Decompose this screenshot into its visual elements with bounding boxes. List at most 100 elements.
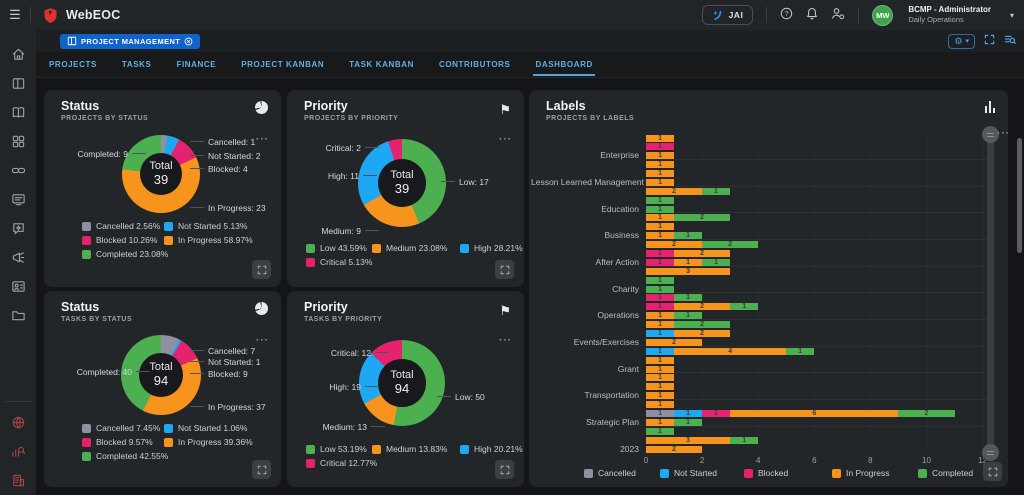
category-label: Events/Exercises bbox=[531, 337, 639, 347]
avatar[interactable]: MW bbox=[872, 5, 893, 26]
expand-card-button[interactable] bbox=[495, 260, 514, 279]
help-icon[interactable]: ? bbox=[780, 7, 793, 23]
sidebar-item-chat[interactable] bbox=[5, 214, 31, 243]
fullscreen-icon[interactable] bbox=[984, 34, 995, 48]
legend-item-critical[interactable]: Critical 5.13% bbox=[306, 257, 372, 267]
donut-total-label: Total bbox=[149, 160, 172, 172]
sidebar bbox=[0, 30, 36, 495]
flag-icon[interactable]: ⚑ bbox=[499, 302, 511, 320]
legend-item-completed[interactable]: Completed 42.55% bbox=[82, 451, 164, 461]
scroll-handle-bottom[interactable] bbox=[982, 444, 999, 461]
more-options-button[interactable]: ··· bbox=[256, 134, 269, 145]
legend-swatch bbox=[306, 445, 315, 454]
tab-tasks[interactable]: TASKS bbox=[122, 52, 152, 78]
donut-center: Total94 bbox=[139, 353, 183, 397]
sidebar-item-files[interactable] bbox=[5, 301, 31, 330]
legend-item-in-progress[interactable]: In Progress 39.36% bbox=[164, 437, 253, 447]
legend-item-in-progress[interactable]: In Progress 58.97% bbox=[164, 235, 253, 245]
project-management-chip[interactable]: PROJECT MANAGEMENT bbox=[60, 34, 200, 49]
category-label: Charity bbox=[531, 284, 639, 294]
dashboard-settings-button[interactable]: ⚙▾ bbox=[948, 34, 975, 49]
legend-item-medium[interactable]: Medium 23.08% bbox=[372, 243, 460, 253]
bar-segment-in-progress: 2 bbox=[646, 188, 702, 195]
legend-swatch bbox=[460, 445, 469, 454]
legend-item-blocked[interactable]: Blocked 10.26% bbox=[82, 235, 164, 245]
sidebar-item-library[interactable] bbox=[5, 98, 31, 127]
legend-label: Blocked 9.57% bbox=[96, 437, 153, 447]
more-options-button[interactable]: ··· bbox=[499, 335, 512, 346]
tab-finance[interactable]: FINANCE bbox=[176, 52, 216, 78]
legend-item-completed[interactable]: Completed 23.08% bbox=[82, 249, 164, 259]
legend-item-not-started[interactable]: Not Started 1.06% bbox=[164, 423, 253, 433]
sidebar-item-reports[interactable] bbox=[5, 466, 31, 495]
labels-scroll-track[interactable] bbox=[987, 136, 994, 451]
legend-swatch bbox=[164, 222, 173, 231]
search-list-icon[interactable] bbox=[1004, 34, 1016, 48]
legend-item-not-started[interactable]: Not Started bbox=[660, 468, 717, 478]
sidebar-item-apps[interactable] bbox=[5, 127, 31, 156]
more-options-button[interactable]: ··· bbox=[256, 335, 269, 346]
x-axis-tick: 6 bbox=[804, 456, 824, 465]
slice-callout: In Progress: 37 bbox=[208, 402, 266, 412]
legend-item-completed[interactable]: Completed bbox=[918, 468, 973, 478]
more-options-button[interactable]: ··· bbox=[997, 128, 1010, 139]
x-axis-tick: 0 bbox=[636, 456, 656, 465]
legend-item-blocked[interactable]: Blocked 9.57% bbox=[82, 437, 164, 447]
notifications-bell-icon[interactable] bbox=[806, 7, 818, 23]
tab-dashboard[interactable]: DASHBOARD bbox=[535, 52, 592, 78]
legend-item-in-progress[interactable]: In Progress bbox=[832, 468, 889, 478]
user-settings-icon[interactable] bbox=[831, 7, 845, 23]
sidebar-item-network[interactable] bbox=[5, 408, 31, 437]
legend-item-not-started[interactable]: Not Started 5.13% bbox=[164, 221, 253, 231]
expand-card-button[interactable] bbox=[252, 260, 271, 279]
page-scrollbar-thumb[interactable] bbox=[1017, 138, 1022, 253]
chart-legend: Cancelled 2.56%Not Started 5.13%Blocked … bbox=[82, 221, 253, 259]
sidebar-item-contacts[interactable] bbox=[5, 272, 31, 301]
sidebar-item-analytics[interactable] bbox=[5, 437, 31, 466]
legend-item-medium[interactable]: Medium 13.83% bbox=[372, 444, 460, 454]
tab-contributors[interactable]: CONTRIBUTORS bbox=[439, 52, 511, 78]
user-menu-caret-icon[interactable]: ▾ bbox=[1010, 11, 1014, 20]
bar-segment-in-progress: 1 bbox=[646, 321, 674, 328]
bar-segment-blocked: 1 bbox=[646, 250, 674, 257]
expand-card-button[interactable] bbox=[495, 460, 514, 479]
user-block[interactable]: BCMP - Administrator Daily Operations bbox=[908, 5, 991, 24]
sidebar-item-boards[interactable] bbox=[5, 69, 31, 98]
divider bbox=[766, 7, 767, 23]
legend-swatch bbox=[584, 469, 593, 478]
legend-item-blocked[interactable]: Blocked bbox=[744, 468, 788, 478]
legend-item-high[interactable]: High 28.21% bbox=[460, 243, 523, 253]
pie-chart-icon[interactable] bbox=[255, 302, 268, 315]
bar-segment-in-progress: 1 bbox=[646, 312, 674, 319]
jai-button[interactable]: JAI bbox=[702, 5, 754, 25]
menu-toggle-icon[interactable]: ☰ bbox=[0, 7, 30, 23]
sidebar-item-announcements[interactable] bbox=[5, 243, 31, 272]
legend-item-critical[interactable]: Critical 12.77% bbox=[306, 458, 372, 468]
flag-icon[interactable]: ⚑ bbox=[499, 101, 511, 119]
tab-task-kanban[interactable]: TASK KANBAN bbox=[349, 52, 414, 78]
expand-card-button[interactable] bbox=[983, 462, 1002, 481]
legend-item-cancelled[interactable]: Cancelled bbox=[584, 468, 636, 478]
top-bar: ☰ WebEOC JAI ? MW BCMP - Administrator bbox=[0, 0, 1024, 30]
legend-item-cancelled[interactable]: Cancelled 7.45% bbox=[82, 423, 164, 433]
x-axis-tick: 10 bbox=[917, 456, 937, 465]
bar-row: 1 bbox=[646, 383, 674, 390]
bar-segment-not-started: 1 bbox=[674, 410, 702, 417]
sidebar-item-display[interactable] bbox=[5, 185, 31, 214]
legend-item-low[interactable]: Low 43.59% bbox=[306, 243, 372, 253]
bar-row: 21 bbox=[646, 188, 730, 195]
tab-projects[interactable]: PROJECTS bbox=[49, 52, 97, 78]
expand-card-button[interactable] bbox=[252, 460, 271, 479]
chip-close-icon[interactable] bbox=[184, 37, 193, 46]
bar-segment-in-progress: 1 bbox=[674, 259, 702, 266]
group-separator bbox=[646, 292, 990, 293]
bar-row: 22 bbox=[646, 241, 758, 248]
tab-project-kanban[interactable]: PROJECT KANBAN bbox=[241, 52, 324, 78]
legend-item-cancelled[interactable]: Cancelled 2.56% bbox=[82, 221, 164, 231]
legend-item-high[interactable]: High 20.21% bbox=[460, 444, 523, 454]
sidebar-item-home[interactable] bbox=[5, 40, 31, 69]
pie-chart-icon[interactable] bbox=[255, 101, 268, 114]
sidebar-item-links[interactable] bbox=[5, 156, 31, 185]
legend-item-low[interactable]: Low 53.19% bbox=[306, 444, 372, 454]
more-options-button[interactable]: ··· bbox=[499, 134, 512, 145]
